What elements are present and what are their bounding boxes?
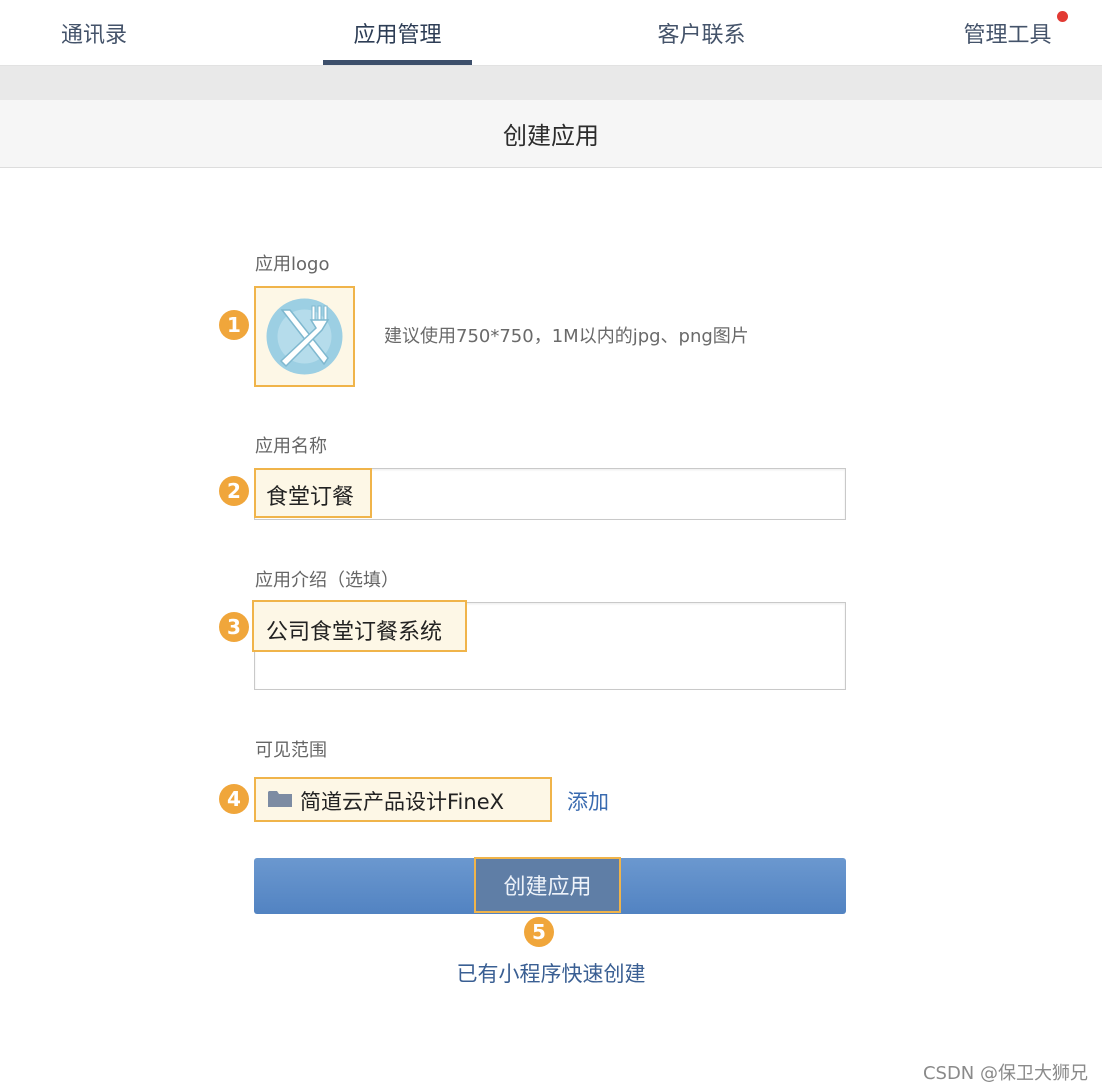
watermark: CSDN @保卫大狮兄 [922,1063,1088,1084]
step-marker-5: 5 [524,917,554,947]
plate-fork-knife-icon [266,298,343,375]
tab-contacts[interactable]: 通讯录 [40,0,148,66]
app-intro-value: 公司食堂订餐系统 [266,620,443,645]
app-name-value: 食堂订餐 [266,485,355,510]
logo-upload[interactable] [254,286,355,387]
create-app-button-label[interactable]: 创建应用 [474,857,621,913]
step-marker-2: 2 [219,476,249,506]
page-title: 创建应用 [0,100,1102,168]
name-label: 应用名称 [255,436,327,457]
tab-app-management[interactable]: 应用管理 [330,0,465,66]
add-visibility-link[interactable]: 添加 [567,786,609,816]
folder-icon [268,791,292,807]
tab-admin-tools[interactable]: 管理工具 [940,0,1075,66]
top-nav: 通讯录 应用管理 客户联系 管理工具 [0,0,1102,66]
logo-tip: 建议使用750*750，1M以内的jpg、png图片 [384,326,749,347]
notification-dot [1057,11,1068,22]
step-marker-1: 1 [219,310,249,340]
tab-customer-contact[interactable]: 客户联系 [634,0,769,66]
visibility-value: 简道云产品设计FineX [300,790,505,814]
step-marker-4: 4 [219,784,249,814]
active-tab-indicator [323,60,472,65]
logo-label: 应用logo [255,254,330,275]
intro-label: 应用介绍（选填） [255,570,399,591]
nav-separator [0,66,1102,100]
visibility-label: 可见范围 [255,740,327,761]
step-marker-3: 3 [219,612,249,642]
quick-create-link[interactable]: 已有小程序快速创建 [0,958,1102,988]
